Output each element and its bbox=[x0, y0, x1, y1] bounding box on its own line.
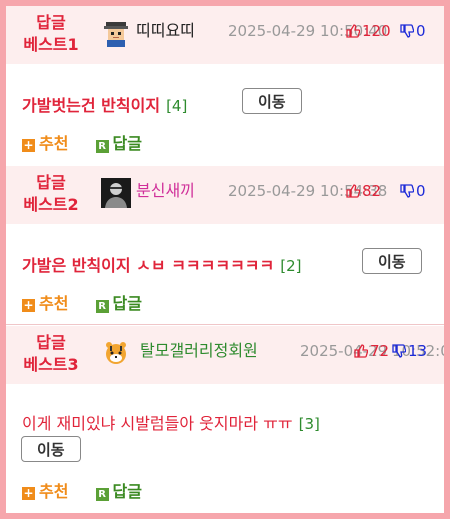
reply-r-icon: R bbox=[95, 300, 109, 313]
best-reply-2: 답글 베스트2 분신새끼 2025-04-29 10:54:38 82 0 가발… bbox=[6, 166, 444, 324]
reply-header: 답글 베스트1 띠띠요띠 2025-04-29 10:50:40 120 0 bbox=[6, 6, 444, 64]
downvote-count: 13 bbox=[408, 342, 428, 360]
nickname[interactable]: 띠띠요띠 bbox=[136, 20, 195, 42]
thumb-up-icon bbox=[346, 24, 360, 38]
reply-count: [4] bbox=[166, 97, 188, 115]
avatar-photo-icon[interactable] bbox=[101, 178, 131, 208]
best-badge: 답글 베스트2 bbox=[16, 172, 86, 216]
move-button[interactable]: 이동 bbox=[21, 436, 81, 462]
thumb-down-icon bbox=[400, 24, 414, 38]
best-replies-panel: 답글 베스트1 띠띠요띠 2025-04-29 10:50:40 120 0 가… bbox=[6, 6, 444, 513]
move-button[interactable]: 이동 bbox=[242, 88, 302, 114]
thumb-down-icon bbox=[400, 184, 414, 198]
badge-line1: 답글 bbox=[36, 333, 66, 352]
divider bbox=[6, 324, 444, 325]
reply-label: 답글 bbox=[112, 134, 142, 153]
move-button[interactable]: 이동 bbox=[362, 248, 422, 274]
reply-content: 가발벗는건 반칙이지 bbox=[22, 96, 161, 115]
upvote-button[interactable]: 82 bbox=[346, 182, 381, 200]
downvote-count: 0 bbox=[416, 22, 426, 40]
reply-count: [2] bbox=[280, 257, 302, 275]
reply-content: 가발은 반칙이지 ㅅㅂ ㅋㅋㅋㅋㅋㅋㅋ bbox=[22, 256, 275, 275]
reply-r-icon: R bbox=[95, 488, 109, 501]
thumb-up-icon bbox=[346, 184, 360, 198]
recommend-label: 추천 bbox=[39, 134, 69, 153]
plus-icon: + bbox=[22, 138, 35, 152]
avatar-tiger-icon[interactable] bbox=[101, 338, 131, 368]
thumb-down-icon bbox=[392, 344, 406, 358]
upvote-button[interactable]: 72 bbox=[354, 342, 389, 360]
recommend-label: 추천 bbox=[39, 294, 69, 313]
nickname[interactable]: 탈모갤러리정회원 bbox=[140, 340, 258, 362]
recommend-label: 추천 bbox=[39, 482, 69, 501]
reply-count: [3] bbox=[298, 415, 320, 433]
reply-content: 이게 재미있냐 시발럼들아 웃지마라 ㅠㅠ bbox=[22, 414, 293, 433]
reply-text: 가발은 반칙이지 ㅅㅂ ㅋㅋㅋㅋㅋㅋㅋ [2] bbox=[22, 252, 301, 276]
reply-actions: + 추천 R 답글 bbox=[22, 478, 164, 502]
best-badge: 답글 베스트3 bbox=[16, 332, 86, 376]
reply-actions: + 추천 R 답글 bbox=[22, 130, 164, 154]
reply-label: 답글 bbox=[112, 294, 142, 313]
badge-line2: 베스트1 bbox=[23, 35, 79, 54]
recommend-button[interactable]: + 추천 bbox=[22, 290, 68, 314]
best-badge: 답글 베스트1 bbox=[16, 12, 86, 56]
reply-button[interactable]: R 답글 bbox=[95, 290, 142, 314]
downvote-button[interactable]: 0 bbox=[400, 22, 426, 40]
reply-text: 가발벗는건 반칙이지 [4] bbox=[22, 92, 187, 116]
plus-icon: + bbox=[22, 486, 35, 500]
reply-text: 이게 재미있냐 시발럼들아 웃지마라 ㅠㅠ [3] bbox=[22, 410, 320, 434]
reply-button[interactable]: R 답글 bbox=[95, 130, 142, 154]
upvote-button[interactable]: 120 bbox=[346, 22, 391, 40]
plus-icon: + bbox=[22, 298, 35, 312]
reply-header: 답글 베스트3 탈모갤러리정회원 2025-04-29 10:52:03 72 bbox=[6, 326, 444, 384]
badge-line2: 베스트2 bbox=[23, 195, 79, 214]
badge-line2: 베스트3 bbox=[23, 355, 79, 374]
best-reply-3: 답글 베스트3 탈모갤러리정회원 2025-04-29 10:52:03 72 bbox=[6, 326, 444, 513]
badge-line1: 답글 bbox=[36, 13, 66, 32]
thumb-up-icon bbox=[354, 344, 368, 358]
nickname[interactable]: 분신새끼 bbox=[136, 180, 195, 202]
avatar-pixel-boy-icon[interactable] bbox=[101, 18, 131, 48]
upvote-count: 72 bbox=[370, 342, 390, 360]
upvote-count: 82 bbox=[362, 182, 382, 200]
downvote-count: 0 bbox=[416, 182, 426, 200]
best-reply-1: 답글 베스트1 띠띠요띠 2025-04-29 10:50:40 120 0 가… bbox=[6, 6, 444, 164]
reply-label: 답글 bbox=[112, 482, 142, 501]
badge-line1: 답글 bbox=[36, 173, 66, 192]
reply-actions: + 추천 R 답글 bbox=[22, 290, 164, 314]
upvote-count: 120 bbox=[362, 22, 391, 40]
recommend-button[interactable]: + 추천 bbox=[22, 130, 68, 154]
reply-button[interactable]: R 답글 bbox=[95, 478, 142, 502]
reply-header: 답글 베스트2 분신새끼 2025-04-29 10:54:38 82 0 bbox=[6, 166, 444, 224]
recommend-button[interactable]: + 추천 bbox=[22, 478, 68, 502]
downvote-button[interactable]: 0 bbox=[400, 182, 426, 200]
reply-r-icon: R bbox=[95, 140, 109, 153]
downvote-button[interactable]: 13 bbox=[392, 342, 427, 360]
